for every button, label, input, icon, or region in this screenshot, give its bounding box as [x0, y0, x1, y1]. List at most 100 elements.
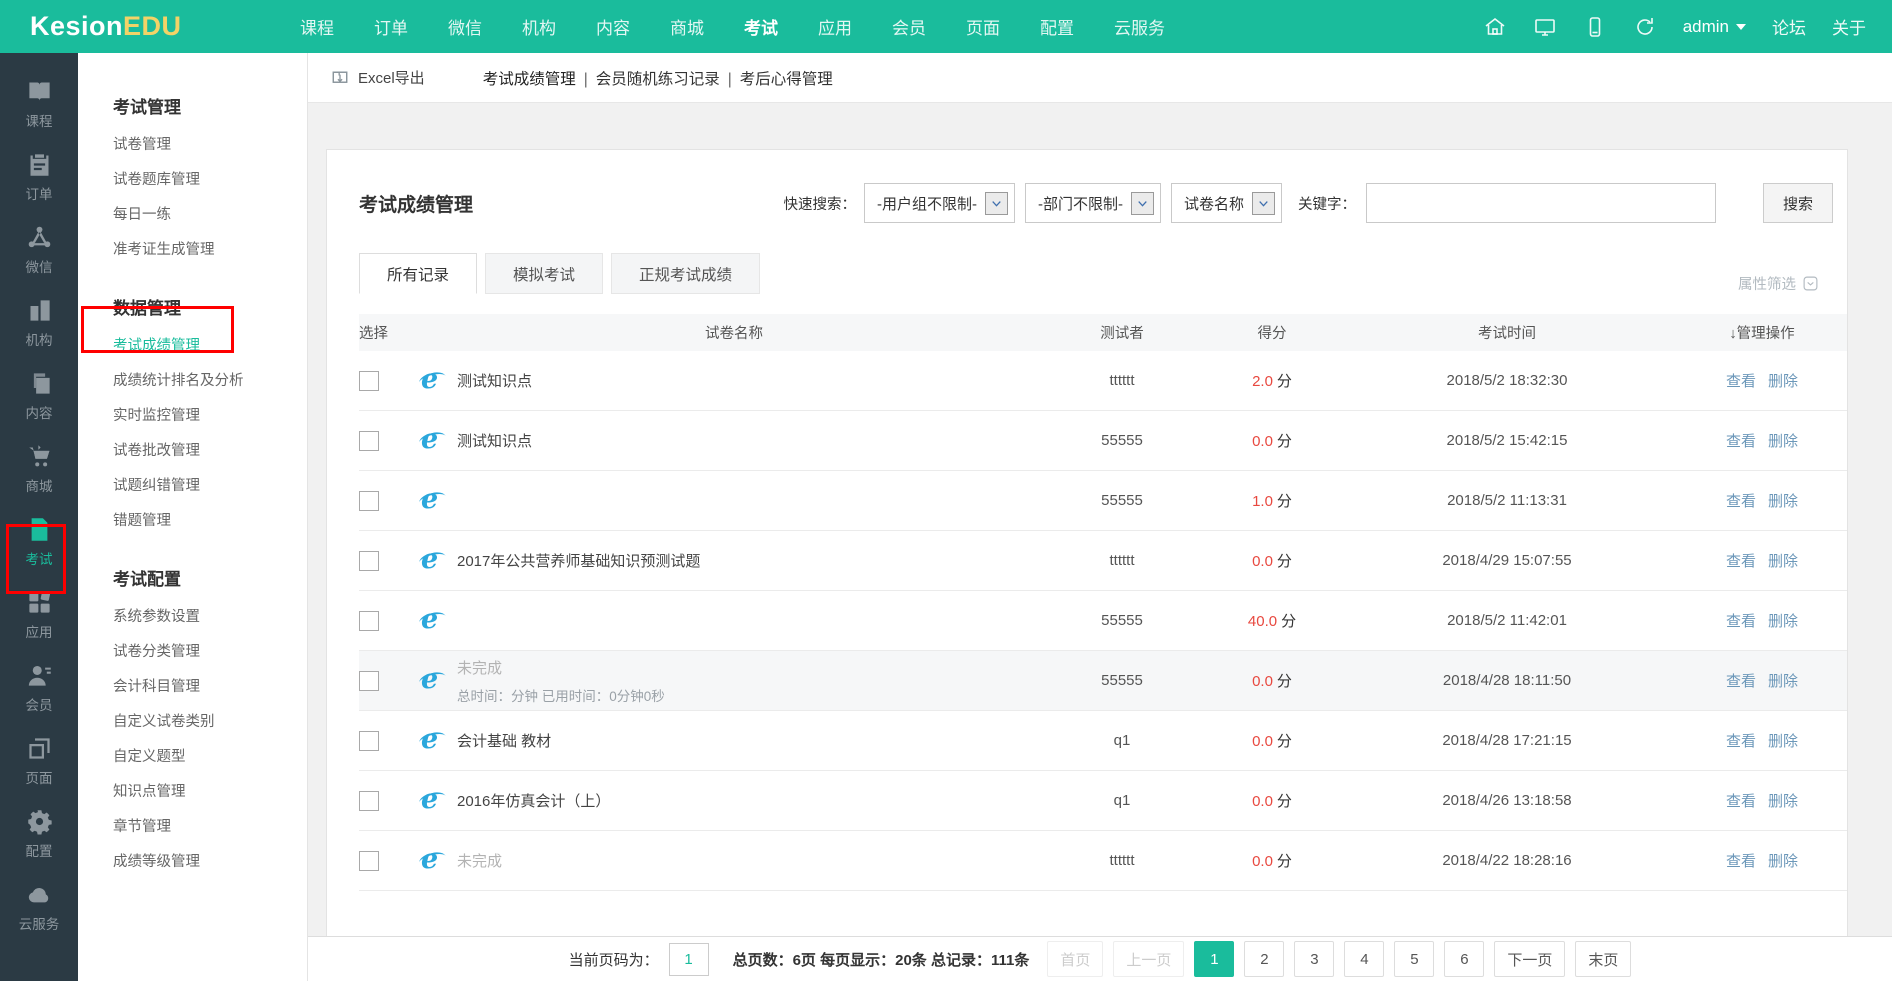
- paper-name[interactable]: 未完成: [457, 657, 665, 678]
- submenu-item[interactable]: 试卷批改管理: [113, 434, 307, 469]
- delete-link[interactable]: 删除: [1768, 853, 1798, 870]
- paper-name[interactable]: 2016年仿真会计（上）: [457, 790, 610, 811]
- monitor-icon[interactable]: [1533, 15, 1557, 39]
- sidebar-module-orders[interactable]: 订单: [0, 140, 78, 213]
- tab-1[interactable]: 模拟考试: [485, 253, 603, 294]
- home-icon[interactable]: [1483, 15, 1507, 39]
- page-button-6[interactable]: 6: [1444, 941, 1484, 977]
- view-link[interactable]: 查看: [1726, 613, 1756, 630]
- page-button-下一页[interactable]: 下一页: [1494, 941, 1565, 977]
- topnav-exam[interactable]: 考试: [744, 14, 778, 39]
- filter-select-0[interactable]: -用户组不限制-: [864, 183, 1015, 223]
- submenu-item[interactable]: 每日一练: [113, 198, 307, 233]
- delete-link[interactable]: 删除: [1768, 613, 1798, 630]
- paper-name[interactable]: 测试知识点: [457, 370, 532, 391]
- tab-2[interactable]: 正规考试成绩: [611, 253, 760, 294]
- row-checkbox[interactable]: [359, 731, 379, 751]
- submenu-item[interactable]: 考试成绩管理: [113, 329, 307, 364]
- submenu-item[interactable]: 错题管理: [113, 504, 307, 539]
- row-checkbox[interactable]: [359, 551, 379, 571]
- submenu-item[interactable]: 试题纠错管理: [113, 469, 307, 504]
- paper-name[interactable]: 未完成: [457, 850, 502, 871]
- delete-link[interactable]: 删除: [1768, 673, 1798, 690]
- topnav-orders[interactable]: 订单: [374, 14, 408, 39]
- page-button-5[interactable]: 5: [1394, 941, 1434, 977]
- view-link[interactable]: 查看: [1726, 793, 1756, 810]
- page-button-2[interactable]: 2: [1244, 941, 1284, 977]
- paper-name[interactable]: 2017年公共营养师基础知识预测试题: [457, 550, 700, 571]
- submenu-item[interactable]: 成绩统计排名及分析: [113, 364, 307, 399]
- paper-name[interactable]: 测试知识点: [457, 430, 532, 451]
- view-link[interactable]: 查看: [1726, 553, 1756, 570]
- row-checkbox[interactable]: [359, 491, 379, 511]
- view-link[interactable]: 查看: [1726, 373, 1756, 390]
- row-checkbox[interactable]: [359, 611, 379, 631]
- tab-0[interactable]: 所有记录: [359, 253, 477, 294]
- topnav-cloud[interactable]: 云服务: [1114, 14, 1165, 39]
- topnav-mall[interactable]: 商城: [670, 14, 704, 39]
- delete-link[interactable]: 删除: [1768, 793, 1798, 810]
- submenu-item[interactable]: 准考证生成管理: [113, 233, 307, 268]
- search-button[interactable]: 搜索: [1763, 183, 1833, 223]
- refresh-icon[interactable]: [1633, 15, 1657, 39]
- sidebar-module-mall[interactable]: 商城: [0, 432, 78, 505]
- paper-name[interactable]: 会计基础 教材: [457, 730, 551, 751]
- delete-link[interactable]: 删除: [1768, 553, 1798, 570]
- submenu-item[interactable]: 试卷题库管理: [113, 163, 307, 198]
- row-checkbox[interactable]: [359, 851, 379, 871]
- mobile-icon[interactable]: [1583, 15, 1607, 39]
- toolbar-link-2[interactable]: 考后心得管理: [740, 71, 833, 88]
- sidebar-module-cloudsvc[interactable]: 云服务: [0, 870, 78, 943]
- submenu-item[interactable]: 自定义题型: [113, 740, 307, 775]
- topnav-org[interactable]: 机构: [522, 14, 556, 39]
- page-button-3[interactable]: 3: [1294, 941, 1334, 977]
- delete-link[interactable]: 删除: [1768, 373, 1798, 390]
- delete-link[interactable]: 删除: [1768, 733, 1798, 750]
- submenu-item[interactable]: 会计科目管理: [113, 670, 307, 705]
- submenu-item[interactable]: 试卷分类管理: [113, 635, 307, 670]
- topnav-config[interactable]: 配置: [1040, 14, 1074, 39]
- forum-link[interactable]: 论坛: [1772, 14, 1806, 39]
- toolbar-link-0[interactable]: 考试成绩管理: [483, 71, 576, 88]
- admin-user-dropdown[interactable]: admin: [1683, 17, 1746, 37]
- topnav-pages[interactable]: 页面: [966, 14, 1000, 39]
- topnav-courses[interactable]: 课程: [300, 14, 334, 39]
- view-link[interactable]: 查看: [1726, 853, 1756, 870]
- attribute-filter-toggle[interactable]: 属性筛选: [1738, 273, 1833, 294]
- topnav-members[interactable]: 会员: [892, 14, 926, 39]
- row-checkbox[interactable]: [359, 431, 379, 451]
- sidebar-module-wechat[interactable]: 微信: [0, 213, 78, 286]
- page-button-4[interactable]: 4: [1344, 941, 1384, 977]
- toolbar-link-1[interactable]: 会员随机练习记录: [596, 71, 720, 88]
- sidebar-module-org[interactable]: 机构: [0, 286, 78, 359]
- submenu-item[interactable]: 自定义试卷类别: [113, 705, 307, 740]
- submenu-item[interactable]: 章节管理: [113, 810, 307, 845]
- delete-link[interactable]: 删除: [1768, 493, 1798, 510]
- brand-logo[interactable]: KesionEDU: [0, 11, 300, 42]
- keyword-input[interactable]: [1366, 183, 1716, 223]
- sidebar-module-apps[interactable]: 应用: [0, 578, 78, 651]
- sidebar-module-pages[interactable]: 页面: [0, 724, 78, 797]
- view-link[interactable]: 查看: [1726, 433, 1756, 450]
- sidebar-module-courses[interactable]: 课程: [0, 67, 78, 140]
- row-checkbox[interactable]: [359, 791, 379, 811]
- sidebar-module-config[interactable]: 配置: [0, 797, 78, 870]
- about-link[interactable]: 关于: [1832, 14, 1866, 39]
- sidebar-module-exam[interactable]: 考试: [0, 505, 78, 578]
- page-button-1[interactable]: 1: [1194, 941, 1234, 977]
- sidebar-module-members[interactable]: 会员: [0, 651, 78, 724]
- sidebar-module-content[interactable]: 内容: [0, 359, 78, 432]
- page-button-末页[interactable]: 末页: [1575, 941, 1631, 977]
- view-link[interactable]: 查看: [1726, 733, 1756, 750]
- topnav-wechat[interactable]: 微信: [448, 14, 482, 39]
- current-page-input[interactable]: [669, 943, 709, 976]
- filter-select-1[interactable]: -部门不限制-: [1025, 183, 1161, 223]
- excel-export-button[interactable]: Excel导出: [330, 67, 425, 88]
- submenu-item[interactable]: 知识点管理: [113, 775, 307, 810]
- row-checkbox[interactable]: [359, 371, 379, 391]
- delete-link[interactable]: 删除: [1768, 433, 1798, 450]
- submenu-item[interactable]: 试卷管理: [113, 128, 307, 163]
- submenu-item[interactable]: 实时监控管理: [113, 399, 307, 434]
- topnav-apps[interactable]: 应用: [818, 14, 852, 39]
- submenu-item[interactable]: 系统参数设置: [113, 600, 307, 635]
